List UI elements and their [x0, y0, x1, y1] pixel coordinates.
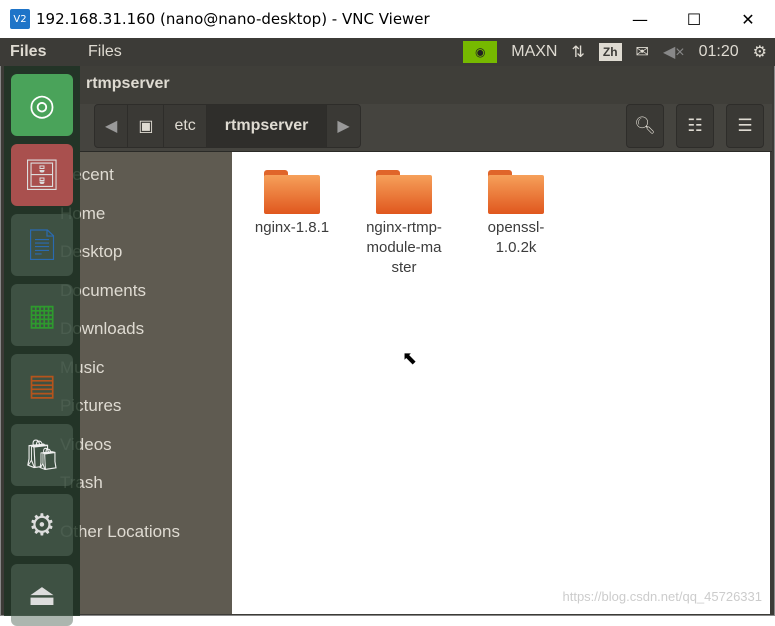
app-name: Files: [10, 43, 47, 60]
header-title: rtmpserver: [86, 75, 170, 92]
close-button[interactable]: ✕: [721, 0, 775, 38]
top-panel: Files Files ◉ MAXN ⇅ Zh ✉ ◀× 01:20 ⚙: [0, 38, 775, 66]
file-view: nginx-1.8.1 nginx-rtmp-module-master ope…: [232, 152, 770, 614]
folder-item[interactable]: openssl-1.0.2k: [466, 168, 566, 258]
folder-name: nginx-rtmp-module-master: [366, 219, 442, 276]
folder-name: nginx-1.8.1: [254, 219, 330, 236]
drive-launcher-icon[interactable]: ⏏: [11, 564, 73, 626]
maximize-button[interactable]: ☐: [667, 0, 721, 38]
search-button[interactable]: 🔍︎: [626, 104, 664, 148]
folder-icon: [264, 168, 320, 214]
list-view-icon: ☷: [687, 116, 703, 136]
ubuntu-dash-icon[interactable]: ◎: [11, 74, 73, 136]
mouse-cursor-icon: ⬉: [402, 348, 418, 369]
launcher: ◎ 🗄︎ 📄︎ ▦ ▤ 🛍︎ ⚙ ⏏: [4, 66, 80, 626]
drive-icon[interactable]: ▣: [128, 105, 165, 147]
clock[interactable]: 01:20: [699, 43, 739, 61]
window-header: rtmpserver: [80, 66, 772, 104]
volume-muted-icon[interactable]: ◀×: [663, 42, 685, 62]
watermark: https://blog.csdn.net/qq_45726331: [562, 589, 763, 604]
folder-name: openssl-1.0.2k: [487, 219, 545, 256]
calc-icon[interactable]: ▦: [11, 284, 73, 346]
hamburger-icon: ☰: [737, 116, 753, 136]
vnc-logo-icon: V2: [10, 9, 30, 29]
path-segment-current[interactable]: rtmpserver: [206, 105, 328, 147]
power-gear-icon[interactable]: ⚙: [753, 42, 767, 62]
path-bar: ◀ ▣ etc rtmpserver ▶: [94, 104, 361, 148]
vnc-title-bar: V2 192.168.31.160 (nano@nano-desktop) - …: [0, 0, 775, 38]
writer-icon[interactable]: 📄︎: [11, 214, 73, 276]
path-back-arrow-icon[interactable]: ◀: [95, 105, 129, 147]
sidebar: Recent Home Desktop Documents Downloads …: [60, 152, 232, 614]
files-app-icon[interactable]: 🗄︎: [11, 144, 73, 206]
system-settings-icon[interactable]: ⚙: [11, 494, 73, 556]
software-center-icon[interactable]: 🛍︎: [11, 424, 73, 486]
mail-icon[interactable]: ✉: [636, 42, 649, 62]
network-icon[interactable]: ⇅: [571, 42, 584, 62]
nvidia-icon[interactable]: ◉: [463, 41, 498, 63]
files-menu[interactable]: Files: [88, 43, 122, 61]
folder-item[interactable]: nginx-1.8.1: [242, 168, 342, 238]
folder-icon: [488, 168, 544, 214]
folder-icon: [376, 168, 432, 214]
view-toggle-button[interactable]: ☷: [676, 104, 714, 148]
toolbar: ◀ ▣ etc rtmpserver ▶ 🔍︎ ☷ ☰: [80, 104, 772, 152]
menu-button[interactable]: ☰: [726, 104, 764, 148]
path-segment[interactable]: etc: [164, 105, 207, 147]
path-forward-arrow-icon[interactable]: ▶: [327, 105, 359, 147]
window-title: 192.168.31.160 (nano@nano-desktop) - VNC…: [36, 10, 430, 28]
input-method[interactable]: Zh: [598, 43, 622, 61]
minimize-button[interactable]: —: [613, 0, 667, 38]
impress-icon[interactable]: ▤: [11, 354, 73, 416]
folder-item[interactable]: nginx-rtmp-module-master: [354, 168, 454, 278]
power-mode[interactable]: MAXN: [511, 43, 557, 61]
search-icon: 🔍︎: [634, 116, 656, 136]
